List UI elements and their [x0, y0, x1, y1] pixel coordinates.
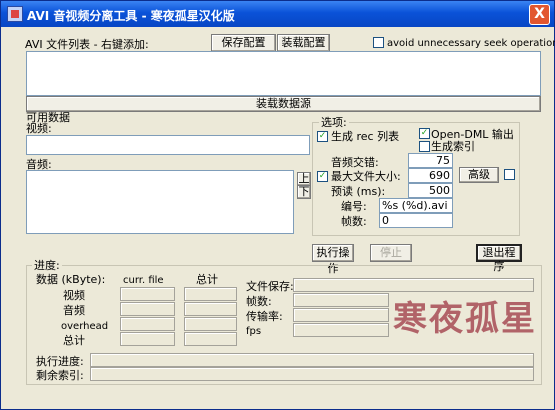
- video-stream-list[interactable]: [26, 135, 310, 155]
- stop-button[interactable]: 停止: [370, 244, 412, 262]
- gen-index-checkbox[interactable]: [419, 141, 430, 152]
- progress-label: 进度:: [32, 259, 62, 272]
- execute-button[interactable]: 执行操作: [312, 244, 354, 275]
- preload-label: 预读 (ms):: [331, 185, 386, 198]
- file-save-value: [293, 278, 534, 292]
- gen-index-label: 生成索引: [431, 140, 475, 153]
- maxsize-checkbox[interactable]: ✓: [317, 171, 328, 182]
- avi-file-list[interactable]: [26, 51, 541, 96]
- load-config-button[interactable]: 装载配置: [277, 34, 330, 52]
- exec-progress-label: 执行进度:: [36, 355, 84, 368]
- overhead-total-value: [184, 317, 237, 331]
- audio-stream-list[interactable]: [26, 170, 294, 234]
- gen-rec-label: 生成 rec 列表: [331, 130, 400, 143]
- exec-progress-bar: [90, 353, 534, 367]
- app-window: AVI 音视频分离工具 - 寒夜孤星汉化版 X AVI 文件列表 - 右键添加:…: [0, 0, 555, 410]
- video-total-value: [184, 287, 237, 301]
- video-curr-value: [120, 287, 175, 301]
- total-curr-value: [120, 332, 175, 346]
- frames-label: 帧数:: [341, 215, 367, 228]
- close-button[interactable]: X: [529, 4, 550, 25]
- window-title: AVI 音视频分离工具 - 寒夜孤星汉化版: [27, 9, 235, 23]
- avoid-seek-checkbox[interactable]: [373, 37, 384, 48]
- preload-field[interactable]: 500: [408, 183, 453, 198]
- watermark-logo: 寒夜孤星: [393, 299, 537, 339]
- move-down-button[interactable]: 下: [297, 185, 311, 199]
- video-label: 视频:: [26, 122, 52, 135]
- row-total-label: 总计: [63, 334, 85, 347]
- interleave-field[interactable]: 75: [408, 153, 453, 168]
- file-save-label: 文件保存:: [246, 280, 294, 293]
- avoid-seek-label: avoid unnecessary seek operations: [387, 38, 555, 49]
- col-curr-file: curr. file: [123, 275, 164, 286]
- frames-progress-value: [293, 293, 389, 307]
- fps-value: [293, 323, 389, 337]
- save-config-button[interactable]: 保存配置: [211, 34, 276, 52]
- advanced-button[interactable]: 高级: [459, 167, 499, 183]
- data-header: 数据 (kByte):: [36, 273, 106, 286]
- load-source-button[interactable]: 装载数据源: [26, 96, 541, 112]
- row-overhead-label: overhead: [61, 321, 109, 332]
- interleave-label: 音频交错:: [331, 156, 379, 169]
- audio-total-value: [184, 302, 237, 316]
- advanced-checkbox[interactable]: [504, 169, 515, 180]
- rate-label: 传输率:: [246, 310, 283, 323]
- fps-label: fps: [246, 326, 262, 337]
- opendml-checkbox[interactable]: ✓: [419, 128, 430, 139]
- title-bar[interactable]: AVI 音视频分离工具 - 寒夜孤星汉化版 X: [1, 1, 554, 27]
- maxsize-field[interactable]: 690: [408, 168, 453, 183]
- frames-progress-label: 帧数:: [246, 295, 272, 308]
- remain-index-bar: [90, 367, 534, 381]
- naming-field[interactable]: %s (%d).avi: [379, 198, 453, 213]
- maxsize-label: 最大文件大小:: [331, 170, 401, 183]
- overhead-curr-value: [120, 317, 175, 331]
- frames-field[interactable]: 0: [379, 213, 453, 228]
- row-video-label: 视频: [63, 289, 85, 302]
- col-total: 总计: [196, 273, 218, 286]
- audio-curr-value: [120, 302, 175, 316]
- exit-button[interactable]: 退出程序: [476, 244, 522, 273]
- options-label: 选项:: [319, 116, 349, 129]
- row-audio-label: 音频: [63, 304, 85, 317]
- rate-value: [293, 308, 389, 322]
- app-icon: [7, 6, 23, 22]
- move-up-button[interactable]: 上: [297, 172, 311, 186]
- file-list-label: AVI 文件列表 - 右键添加:: [25, 38, 149, 51]
- total-total-value: [184, 332, 237, 346]
- gen-rec-checkbox[interactable]: ✓: [317, 131, 328, 142]
- remain-index-label: 剩余索引:: [36, 369, 84, 382]
- naming-label: 编号:: [341, 200, 367, 213]
